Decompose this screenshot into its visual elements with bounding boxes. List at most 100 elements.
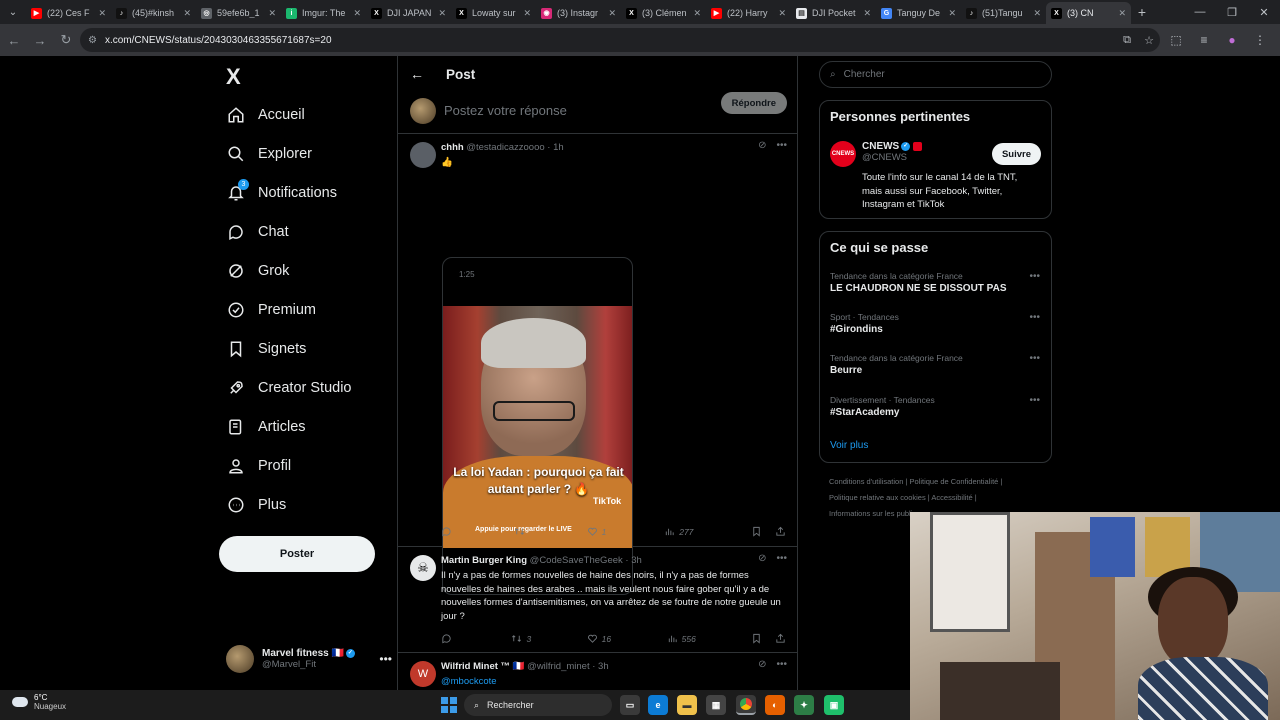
avatar[interactable]: ☠ (410, 555, 436, 581)
trend-item[interactable]: Sport · Tendances #Girondins ••• (830, 312, 1040, 335)
nav-item-notifications[interactable]: 3 Notifications (226, 178, 337, 208)
nav-item-more[interactable]: Plus (226, 490, 286, 520)
video-player[interactable]: 1:25 La loi Yadan : pourquoi ça fait aut… (442, 257, 633, 595)
tweet[interactable]: W Wilfrid Minet ™ 🇫🇷 @wilfrid_minet · 3h… (398, 653, 797, 690)
tab-close-icon[interactable]: ✕ (183, 8, 191, 19)
tweet-handle[interactable]: @testadicazzoooo (466, 142, 544, 153)
trend-item[interactable]: Divertissement · Tendances #StarAcademy … (830, 395, 1040, 418)
nav-item-creator-studio[interactable]: Creator Studio (226, 373, 352, 403)
tab-close-icon[interactable]: ✕ (268, 8, 276, 19)
file-explorer-icon[interactable]: ▬ (677, 695, 697, 715)
x-logo[interactable]: X (226, 64, 241, 90)
avatar[interactable]: W (410, 661, 436, 687)
more-icon[interactable]: ••• (1029, 353, 1040, 364)
taskbar-search[interactable]: ⌕ Rechercher (464, 694, 612, 716)
grok-icon[interactable]: ⊘ (758, 553, 766, 564)
more-icon[interactable]: ••• (776, 659, 787, 670)
browser-menu-icon[interactable]: ⋮ (1248, 28, 1272, 52)
browser-tab[interactable]: G Tanguy De ✕ (876, 2, 961, 24)
follow-button[interactable]: Suivre (991, 143, 1041, 165)
install-app-icon[interactable]: ⧉ (1116, 34, 1138, 47)
forward-icon[interactable]: → (28, 28, 52, 52)
grok-icon[interactable]: ⊘ (758, 659, 766, 670)
see-more-link[interactable]: Voir plus (830, 440, 868, 451)
tab-close-icon[interactable]: ✕ (523, 8, 531, 19)
tab-close-icon[interactable]: ✕ (1033, 8, 1041, 19)
footer-links-row-3[interactable]: Informations sur les publi (829, 509, 912, 518)
task-view-icon[interactable]: ▭ (620, 695, 640, 715)
browser-tab[interactable]: X (3) Clémen ✕ (621, 2, 706, 24)
post-button[interactable]: Poster (219, 536, 375, 572)
restore-icon[interactable]: ❐ (1216, 0, 1248, 24)
bookmark-star-icon[interactable]: ☆ (1138, 34, 1160, 47)
more-icon[interactable]: ••• (1029, 312, 1040, 323)
repost-action[interactable]: 3 (511, 633, 531, 644)
trend-item[interactable]: Tendance dans la catégorie France LE CHA… (830, 271, 1040, 294)
nav-item-grok[interactable]: Grok (226, 256, 289, 286)
tweet-author[interactable]: Wilfrid Minet ™ (441, 661, 510, 672)
browser-tab[interactable]: ▤ DJI Pocket ✕ (791, 2, 876, 24)
footer-links-row-2[interactable]: Politique relative aux cookies | Accessi… (829, 493, 977, 502)
extensions-icon[interactable]: ⬚ (1164, 28, 1188, 52)
browser-tab[interactable]: X DJI JAPAN ✕ (366, 2, 451, 24)
app-icon[interactable]: ▣ (824, 695, 844, 715)
bookmark-icon[interactable] (751, 633, 762, 644)
more-icon[interactable]: ••• (776, 553, 787, 564)
new-tab-button[interactable]: + (1131, 4, 1153, 20)
more-icon[interactable]: ••• (1029, 271, 1040, 282)
nav-item-home[interactable]: Accueil (226, 100, 305, 130)
site-info-icon[interactable]: ⚙ (88, 35, 97, 46)
like-action[interactable]: 16 (587, 633, 611, 644)
browser-tab[interactable]: X (3) CN ✕ (1046, 2, 1131, 24)
firefox-icon[interactable]: ◐ (765, 695, 785, 715)
tweet-time[interactable]: · 3h (625, 555, 641, 566)
grok-icon[interactable]: ⊘ (758, 140, 766, 151)
nav-item-bookmarks[interactable]: Signets (226, 334, 306, 364)
more-icon[interactable]: ••• (1029, 395, 1040, 406)
tweet-handle[interactable]: @CodeSaveTheGeek (530, 555, 623, 566)
views-action[interactable]: 277 (664, 526, 693, 537)
nav-item-premium[interactable]: Premium (226, 295, 316, 325)
account-switcher[interactable]: Marvel fitness 🇫🇷 ✓ @Marvel_Fit ••• (226, 642, 396, 676)
browser-tab[interactable]: ◎ 59efe6b_1 ✕ (196, 2, 281, 24)
search-input[interactable]: ⌕ Chercher (819, 61, 1052, 88)
tab-close-icon[interactable]: ✕ (438, 8, 446, 19)
trend-item[interactable]: Tendance dans la catégorie France Beurre… (830, 353, 1040, 376)
nav-item-articles[interactable]: Articles (226, 412, 306, 442)
tab-close-icon[interactable]: ✕ (693, 8, 701, 19)
browser-tab[interactable]: ▶ (22) Harry ✕ (706, 2, 791, 24)
more-icon[interactable]: ••• (776, 140, 787, 151)
account-more-icon[interactable]: ••• (379, 652, 392, 666)
tab-close-icon[interactable]: ✕ (948, 8, 956, 19)
share-icon[interactable] (775, 526, 786, 537)
views-action[interactable]: 556 (667, 633, 696, 644)
reply-action[interactable] (441, 633, 456, 644)
tab-close-icon[interactable]: ✕ (1118, 8, 1126, 19)
browser-tab[interactable]: ♪ (51)Tangu ✕ (961, 2, 1046, 24)
browser-tab[interactable]: ♪ (45)#kinsh ✕ (111, 2, 196, 24)
browser-tab[interactable]: ◉ (3) Instagr ✕ (536, 2, 621, 24)
tweet-author[interactable]: chhh (441, 142, 464, 153)
address-bar[interactable]: ⚙ x.com/CNEWS/status/2043030463355671687… (80, 28, 1160, 52)
reload-icon[interactable]: ↻ (54, 28, 78, 52)
edge-icon[interactable]: e (648, 695, 668, 715)
tweet-time[interactable]: · 3h (592, 661, 608, 672)
profile-name-row[interactable]: CNEWS ✓ (862, 141, 923, 152)
back-icon[interactable]: ← (2, 28, 26, 52)
tab-close-icon[interactable]: ✕ (608, 8, 616, 19)
tweet-author[interactable]: Martin Burger King (441, 555, 527, 566)
minimize-icon[interactable]: — (1184, 0, 1216, 24)
back-arrow-icon[interactable]: ← (410, 66, 424, 82)
video-frame[interactable]: La loi Yadan : pourquoi ça fait autant p… (443, 306, 632, 548)
profile-handle[interactable]: @CNEWS (862, 152, 922, 163)
chrome-icon[interactable] (736, 695, 756, 715)
windows-start-icon[interactable] (441, 697, 457, 713)
close-window-icon[interactable]: ✕ (1248, 0, 1280, 24)
nav-item-profile[interactable]: Profil (226, 451, 291, 481)
tab-close-icon[interactable]: ✕ (98, 8, 106, 19)
nav-item-chat[interactable]: Chat (226, 217, 289, 247)
repost-action[interactable] (514, 526, 529, 537)
tweet-time[interactable]: · 1h (547, 142, 563, 153)
browser-tab[interactable]: ▶ (22) Ces F ✕ (26, 2, 111, 24)
tweet-handle[interactable]: @wilfrid_minet (527, 661, 589, 672)
